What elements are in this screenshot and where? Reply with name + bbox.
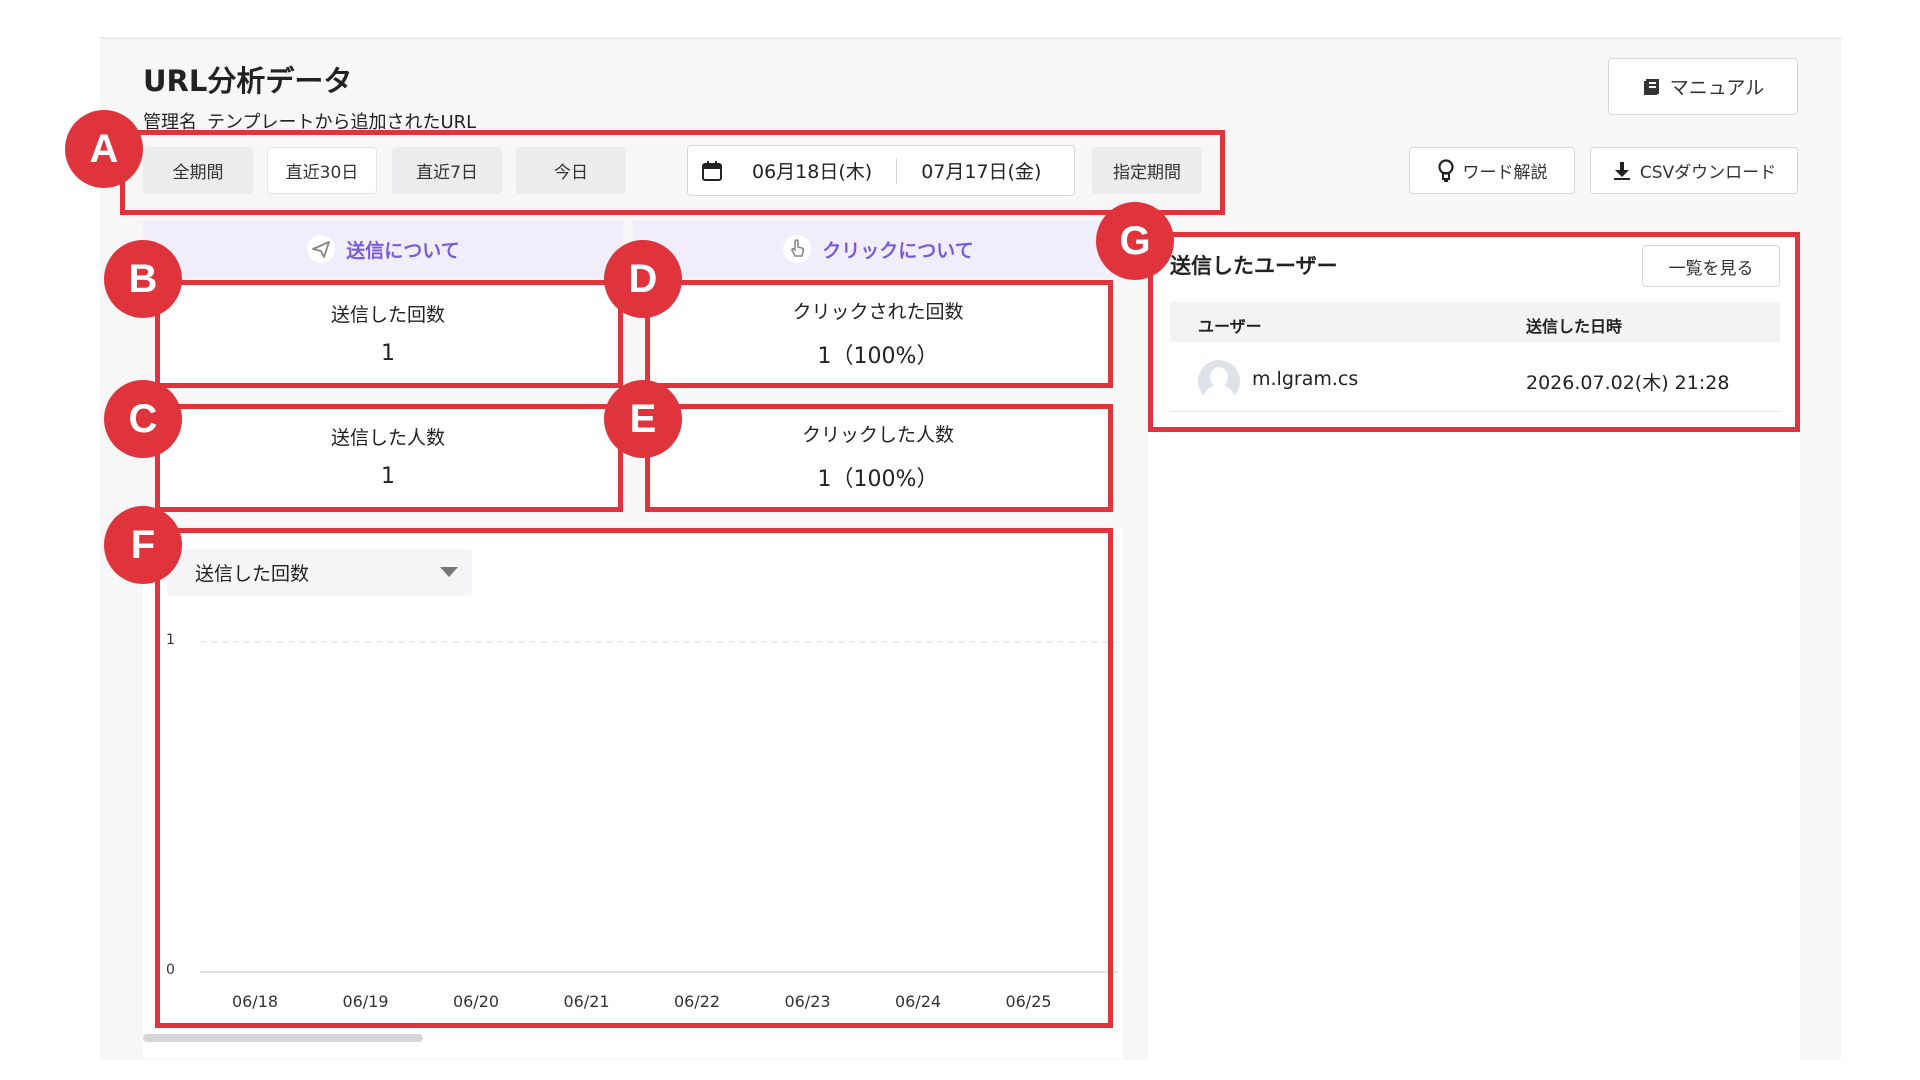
annotation-badge-f: F [104,506,182,584]
csv-download-label: CSVダウンロード [1639,163,1777,183]
highlight-e [645,404,1113,512]
annotation-badge-e: E [604,380,682,458]
send-section-title: 送信について [346,239,460,262]
highlight-b [155,280,623,388]
highlight-a [120,130,1225,215]
lightbulb-icon [1437,158,1454,182]
csv-download-button[interactable]: CSVダウンロード [1590,147,1798,194]
highlight-f [155,528,1113,1028]
click-section-title: クリックについて [822,239,974,262]
pointer-hand-icon [783,235,812,263]
word-explanation-label: ワード解説 [1462,163,1548,183]
click-section-header: クリックについて [633,220,1123,278]
paper-plane-icon [307,235,336,263]
annotation-badge-b: B [104,240,182,318]
annotation-badge-g: G [1096,202,1174,280]
annotation-badge-d: D [604,240,682,318]
page-title: URL分析データ [143,64,353,98]
chart-horizontal-scrollbar[interactable] [143,1034,423,1042]
highlight-g [1148,232,1800,432]
download-icon [1613,161,1630,180]
annotation-badge-a: A [65,110,143,188]
highlight-d [645,280,1113,388]
manual-icon [1643,78,1659,95]
highlight-c [155,404,623,512]
annotation-badge-c: C [104,380,182,458]
word-explanation-button[interactable]: ワード解説 [1409,147,1575,194]
manual-label: マニュアル [1669,77,1765,99]
send-section-header: 送信について [143,220,623,278]
manual-button[interactable]: マニュアル [1608,58,1798,115]
